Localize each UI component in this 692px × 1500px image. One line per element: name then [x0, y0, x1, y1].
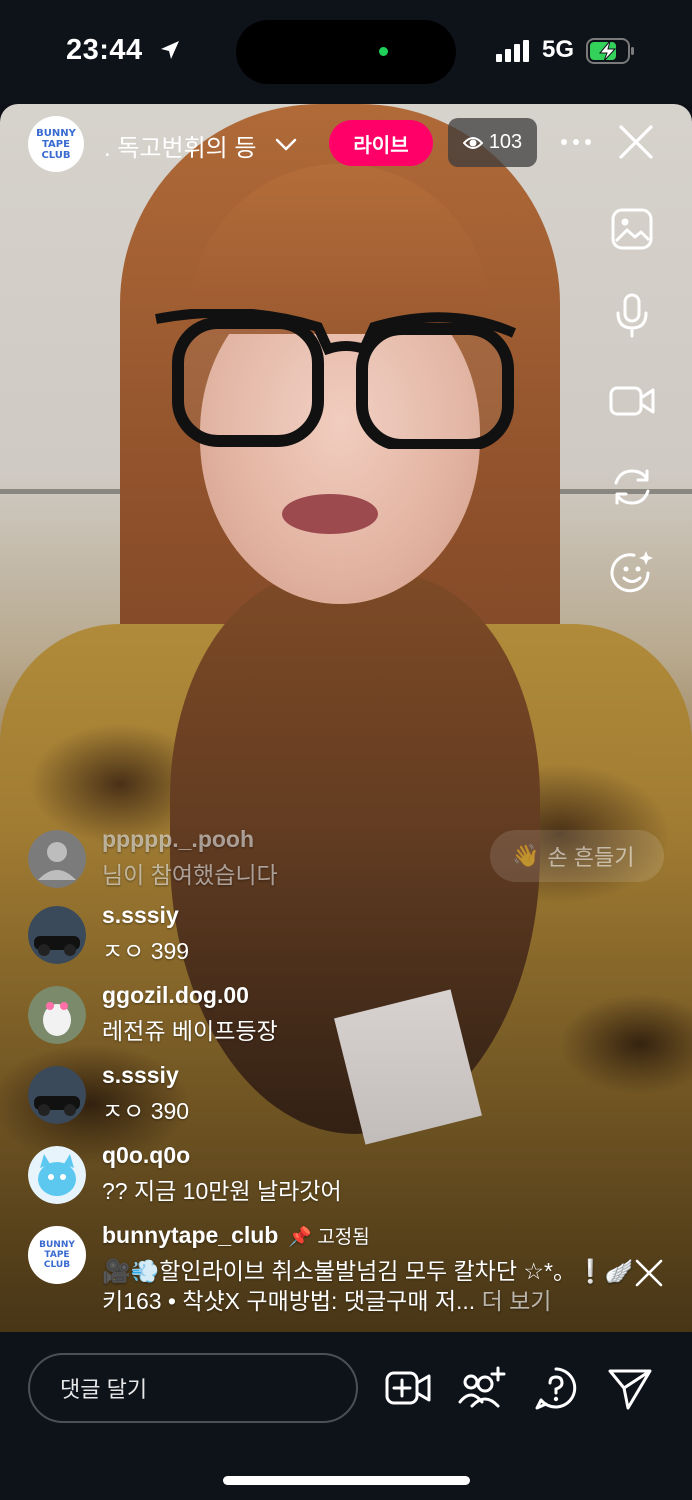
comment-text: ?? 지금 10만원 날라갓어 [102, 1178, 342, 1204]
comment-username[interactable]: q0o.q0o [102, 1142, 190, 1169]
live-badge: 라이브 [329, 120, 433, 166]
send-icon[interactable] [606, 1364, 654, 1412]
glasses-filter [155, 309, 517, 449]
wave-button[interactable]: 👋 손 흔들기 [490, 830, 664, 882]
eye-icon [462, 136, 483, 149]
host-avatar[interactable]: BUNNY TAPE CLUB [28, 116, 84, 172]
comment-text: ㅈㅇ 390 [102, 1098, 190, 1124]
avatar[interactable]: BUNNY TAPE CLUB [28, 1226, 86, 1284]
pinned-label: 📌 고정됨 [288, 1227, 370, 1248]
comment-username[interactable]: ggozil.dog.00 [102, 982, 249, 1009]
avatar[interactable] [28, 906, 86, 964]
battery-charging-icon [586, 38, 634, 64]
pinned-username[interactable]: bunnytape_club [102, 1222, 278, 1248]
waving-hand-icon: 👋 [512, 843, 540, 868]
comment-text: ㅈㅇ 399 [102, 938, 190, 964]
question-icon[interactable] [532, 1364, 580, 1412]
comment-username[interactable]: s.sssiy [102, 1062, 179, 1089]
pin-icon: 📌 [288, 1227, 313, 1248]
network-type: 5G [542, 36, 575, 63]
dynamic-island [236, 20, 456, 84]
clock: 23:44 [66, 34, 143, 66]
home-indicator[interactable] [223, 1476, 470, 1485]
side-toolbar [608, 205, 660, 635]
video-camera-icon[interactable] [608, 377, 656, 425]
microphone-icon[interactable] [608, 291, 656, 339]
flip-camera-icon[interactable] [608, 463, 656, 511]
comment-input[interactable]: 댓글 달기 [28, 1353, 358, 1423]
comment-username[interactable]: s.sssiy [102, 902, 179, 929]
more-options-icon[interactable] [560, 128, 592, 156]
effects-face-icon[interactable] [608, 549, 656, 597]
avatar[interactable] [28, 986, 86, 1044]
cellular-signal-icon [496, 40, 529, 62]
invite-guest-icon[interactable] [458, 1364, 506, 1412]
comment-text-line2: 키163 • 착샷X 구매방법: 댓글구매 저... 더 보기 [102, 1288, 552, 1314]
default-avatar-icon [28, 830, 86, 888]
club-logo: BUNNY TAPE CLUB [36, 127, 76, 161]
camera-indicator-dot [379, 47, 388, 56]
chevron-down-icon[interactable] [274, 132, 298, 156]
comment-placeholder: 댓글 달기 [60, 1377, 148, 1402]
comment-text: 님이 참여했습니다 [102, 862, 278, 888]
gallery-icon[interactable] [608, 205, 656, 253]
close-pinned-icon[interactable] [632, 1256, 666, 1290]
comment-username[interactable]: bunnytape_club 📌 고정됨 [102, 1222, 370, 1249]
comment-text: 레전쥬 베이프등장 [102, 1018, 278, 1044]
viewer-count-badge[interactable]: 103 [448, 118, 537, 167]
avatar[interactable] [28, 1066, 86, 1124]
host-name[interactable]: . 독고번휘의 등 [104, 128, 256, 163]
add-video-guest-icon[interactable] [384, 1364, 432, 1412]
location-arrow-icon [161, 41, 179, 59]
avatar[interactable] [28, 1146, 86, 1204]
streamer-lips [282, 494, 378, 534]
comment-username[interactable]: ppppp._.pooh [102, 826, 254, 853]
wave-label: 손 흔들기 [547, 845, 635, 870]
see-more-link[interactable]: 더 보기 [482, 1288, 552, 1314]
viewer-count: 103 [488, 131, 523, 153]
club-logo: BUNNY TAPE CLUB [39, 1240, 75, 1270]
close-icon[interactable] [618, 124, 654, 160]
comment-text: 🎥💨할인라이브 취소불발넘김 모두 칼차단 ☆*。❕🪽 [102, 1258, 634, 1284]
status-bar: 23:44 5G [0, 0, 692, 104]
